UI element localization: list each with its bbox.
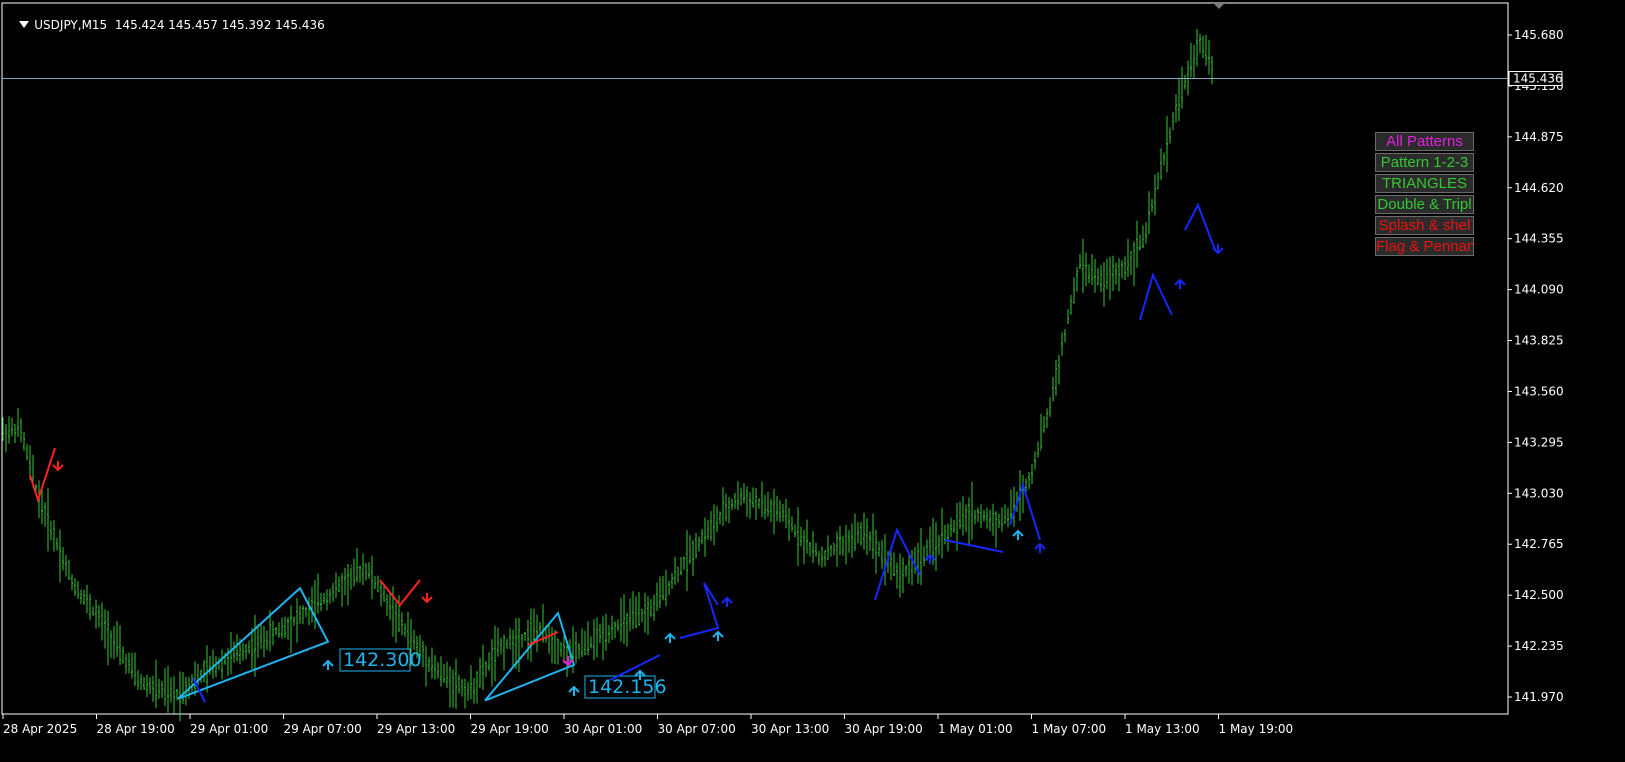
- price-tick-label: 143.825: [1514, 334, 1564, 348]
- price-chart[interactable]: 145.680145.150144.875144.620144.355144.0…: [0, 0, 1625, 762]
- up-arrow-icon: [1174, 278, 1186, 289]
- price-tick-label: 144.090: [1514, 283, 1564, 297]
- time-tick-label: 30 Apr 07:00: [658, 722, 736, 736]
- down-arrow-icon: [52, 461, 64, 472]
- up-arrow-icon: [1034, 542, 1046, 553]
- up-arrow-icon: [1012, 529, 1024, 540]
- price-tick-label: 143.295: [1514, 435, 1564, 449]
- flag-pennant-button[interactable]: Flag & Pennan: [1375, 237, 1474, 256]
- price-tick-label: 144.620: [1514, 181, 1564, 195]
- price-tick-label: 144.875: [1514, 130, 1564, 144]
- time-tick-label: 29 Apr 07:00: [284, 722, 362, 736]
- time-tick-label: 1 May 07:00: [1032, 722, 1107, 736]
- chart-header: USDJPY,M15 145.424 145.457 145.392 145.4…: [4, 4, 325, 46]
- current-price-label: 145.436: [1513, 72, 1563, 86]
- time-tick-label: 1 May 19:00: [1219, 722, 1294, 736]
- time-tick-label: 30 Apr 13:00: [751, 722, 829, 736]
- price-tick-label: 145.680: [1514, 28, 1564, 42]
- up-arrow-icon: [664, 632, 676, 643]
- chart-area[interactable]: 145.680145.150144.875144.620144.355144.0…: [0, 0, 1625, 762]
- time-tick-label: 30 Apr 19:00: [845, 722, 923, 736]
- down-arrow-icon: [1212, 244, 1224, 255]
- pattern-panel: All Patterns Pattern 1-2-3 TRIANGLES Dou…: [1375, 132, 1474, 258]
- price-tick-label: 143.560: [1514, 384, 1564, 398]
- price-bars: [2, 29, 1213, 722]
- down-arrow-icon: [421, 593, 433, 604]
- pattern-line: [679, 582, 720, 639]
- time-tick-label: 29 Apr 19:00: [471, 722, 549, 736]
- pattern-line: [944, 539, 1004, 553]
- menu-triangle-icon[interactable]: [19, 21, 30, 28]
- time-tick-label: 29 Apr 13:00: [377, 722, 455, 736]
- time-tick-label: 28 Apr 2025: [3, 722, 77, 736]
- time-tick-label: 29 Apr 01:00: [190, 722, 268, 736]
- triangle-pattern-2: [484, 611, 576, 702]
- ohlc-values: 145.424 145.457 145.392 145.436: [114, 18, 325, 32]
- price-tick-label: 142.235: [1514, 639, 1564, 653]
- chart-shift-marker: [1213, 3, 1225, 9]
- splash-shelf-button[interactable]: Splash & shel: [1375, 216, 1474, 235]
- triangles-button[interactable]: TRIANGLES: [1375, 174, 1474, 193]
- price-tick-label: 143.030: [1514, 486, 1564, 500]
- pattern-line: [1184, 202, 1216, 251]
- up-arrow-icon: [568, 685, 580, 696]
- time-tick-label: 1 May 13:00: [1125, 722, 1200, 736]
- symbol-label: USDJPY,M15: [34, 18, 108, 32]
- time-tick-label: 1 May 01:00: [938, 722, 1013, 736]
- up-arrow-icon: [721, 596, 733, 607]
- price-tick-label: 142.765: [1514, 537, 1564, 551]
- double-triple-button[interactable]: Double & Tripl: [1375, 195, 1474, 214]
- red-pattern-line: [379, 579, 421, 607]
- price-tick-label: 142.500: [1514, 588, 1564, 602]
- pattern-line: [1139, 272, 1173, 321]
- time-tick-label: 28 Apr 19:00: [97, 722, 175, 736]
- price-tick-label: 144.355: [1514, 232, 1564, 246]
- time-tick-label: 30 Apr 01:00: [564, 722, 642, 736]
- plot-frame: [1, 2, 1509, 715]
- up-arrow-icon: [322, 659, 334, 670]
- up-arrow-icon: [712, 630, 724, 641]
- triangle-label-2: 142.156: [588, 676, 667, 698]
- price-tick-label: 141.970: [1514, 690, 1564, 704]
- triangle-label-1: 142.300: [343, 649, 422, 671]
- pattern-123-button[interactable]: Pattern 1-2-3: [1375, 153, 1474, 172]
- all-patterns-button[interactable]: All Patterns: [1375, 132, 1474, 151]
